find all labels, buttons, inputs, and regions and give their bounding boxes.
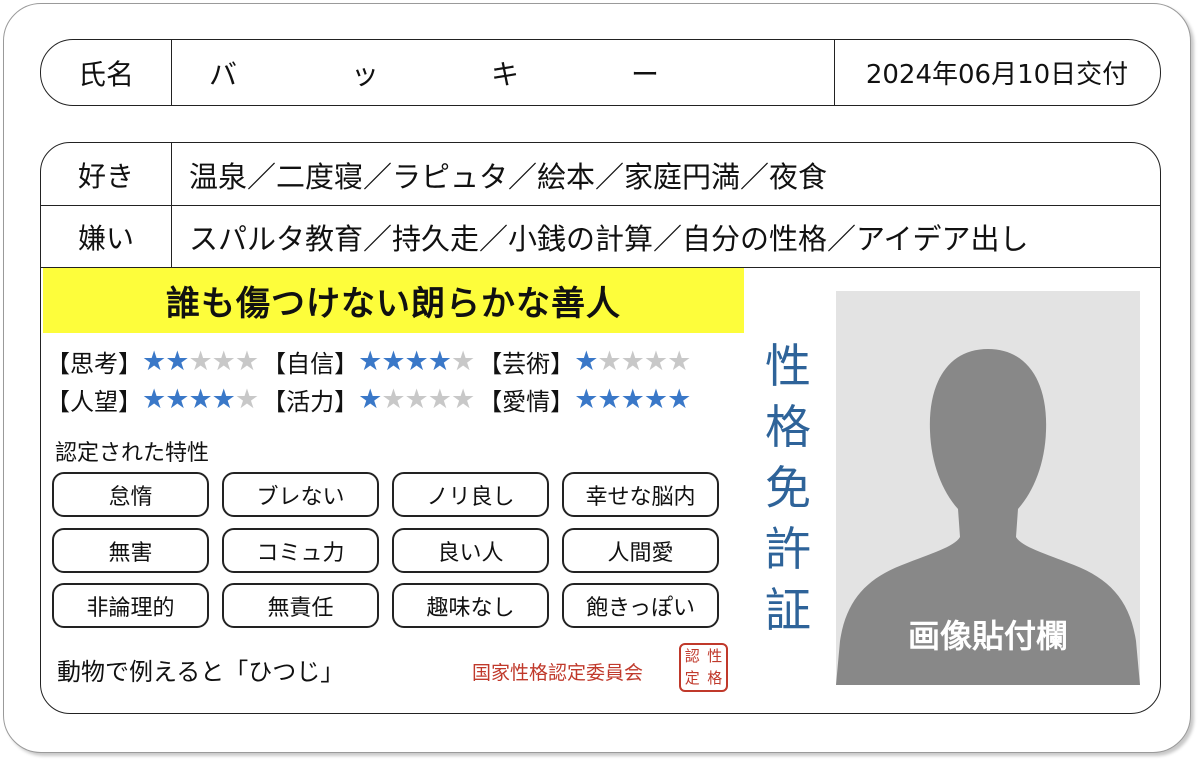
likes-value: 温泉／二度寝／ラピュタ／絵本／家庭円満／夜食 [189,159,828,194]
license-char: 格 [765,400,811,454]
license-char: 証 [765,583,811,637]
star-filled-icon: ★ [165,384,189,415]
rating-popularity: 【人望】 ★★★★★ [46,382,259,417]
photo-label: 画像貼付欄 [907,617,1068,655]
star-filled-icon: ★ [188,384,212,415]
star-filled-icon: ★ [427,346,452,377]
rating-vitality: 【活力】 ★★★★★ [262,382,475,417]
rating-label: 【思考】 [46,350,142,378]
trait-chip: 非論理的 [52,583,209,628]
seal-char: 格 [707,669,723,688]
likes-label: 好き [77,159,134,193]
star-filled-icon: ★ [165,346,189,377]
name-row: 氏名 バ ッ キ ー 2024年06月10日交付 [40,39,1161,106]
star-empty-icon: ★ [597,346,621,377]
photo-placeholder: 画像貼付欄 [836,291,1140,685]
star-empty-icon: ★ [667,346,691,377]
license-char: 性 [765,339,811,393]
license-title: 性 格 免 許 証 [760,336,816,641]
rating-label: 【人望】 [46,388,142,416]
star-empty-icon: ★ [450,384,475,415]
star-filled-icon: ★ [620,384,645,415]
star-empty-icon: ★ [450,346,475,377]
trait-chip: 幸せな脳内 [562,472,719,517]
star-empty-icon: ★ [381,384,405,415]
rating-label: 【活力】 [262,388,359,416]
trait-chip: 趣味なし [392,583,549,628]
name-char-2: ッ [351,57,380,91]
star-filled-icon: ★ [597,384,621,415]
rating-confidence: 【自信】 ★★★★★ [262,344,475,379]
seal-char: 定 [684,669,700,688]
star-empty-icon: ★ [427,384,452,415]
ratings-row-2: 【人望】 ★★★★★ 【活力】 ★★★★★ 【愛情】 ★★★★★ [46,382,694,417]
rating-affection: 【愛情】 ★★★★★ [478,382,691,417]
trait-chip: 無害 [52,528,209,573]
star-filled-icon: ★ [643,384,668,415]
star-empty-icon: ★ [234,346,259,377]
trait-chip: 飽きっぽい [562,583,719,628]
trait-chip: 人間愛 [562,528,719,573]
trait-chip: 怠惰 [52,472,209,517]
dislikes-label: 嫌い [77,222,134,255]
issue-date: 2024年06月10日交付 [865,60,1129,90]
dislikes-value: スパルタ教育／持久走／小銭の計算／自分の性格／アイデア出し [189,222,1029,256]
rating-thinking: 【思考】 ★★★★★ [46,344,259,379]
star-filled-icon: ★ [358,346,382,377]
trait-chip: ブレない [222,472,379,517]
star-filled-icon: ★ [358,384,382,415]
trait-chip: ノリ良し [392,472,549,517]
name-char-3: キ [491,57,520,91]
star-empty-icon: ★ [234,384,259,415]
star-rating: ★★★★★ [142,384,259,415]
star-rating: ★★★★★ [358,384,475,415]
seal-char: 認 [684,646,700,665]
seal-char: 性 [707,646,723,665]
traits-title: 認定された特性 [55,441,210,466]
star-filled-icon: ★ [142,384,166,415]
ratings-row-1: 【思考】 ★★★★★ 【自信】 ★★★★★ 【芸術】 ★★★★★ [46,344,694,379]
star-empty-icon: ★ [620,346,645,377]
name-char-1: バ [209,57,238,91]
star-empty-icon: ★ [404,384,429,415]
rating-art: 【芸術】 ★★★★★ [478,344,691,379]
committee-seal: 認 性 定 格 [679,643,728,692]
name-char-4: ー [631,57,660,91]
star-rating: ★★★★★ [142,346,259,377]
star-empty-icon: ★ [188,346,212,377]
trait-chip: 無責任 [222,583,379,628]
star-filled-icon: ★ [381,346,405,377]
rating-label: 【自信】 [262,350,359,378]
trait-chip: コミュ力 [222,528,379,573]
committee-name: 国家性格認定委員会 [472,662,644,684]
star-rating: ★★★★★ [358,346,475,377]
star-filled-icon: ★ [667,384,691,415]
star-filled-icon: ★ [404,346,429,377]
star-empty-icon: ★ [643,346,668,377]
rating-label: 【芸術】 [478,350,575,378]
star-filled-icon: ★ [211,384,236,415]
star-filled-icon: ★ [574,346,598,377]
name-label: 氏名 [77,57,134,91]
star-empty-icon: ★ [211,346,236,377]
license-char: 免 [765,461,811,515]
star-rating: ★★★★★ [574,384,691,415]
tagline: 誰も傷つけない朗らかな善人 [43,268,744,333]
star-rating: ★★★★★ [574,346,691,377]
rating-label: 【愛情】 [478,388,575,416]
license-char: 許 [765,522,811,576]
star-filled-icon: ★ [142,346,166,377]
trait-chip: 良い人 [392,528,549,573]
animal-comparison: 動物で例えると「ひつじ」 [57,658,345,686]
star-filled-icon: ★ [574,384,598,415]
